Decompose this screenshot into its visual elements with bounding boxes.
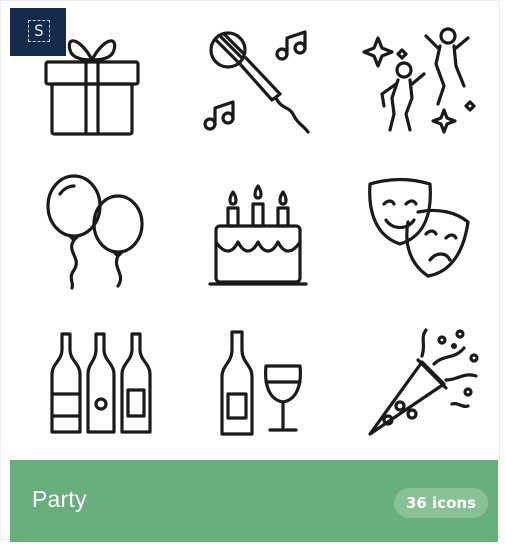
karaoke-microphone-icon (196, 14, 326, 144)
balloons-icon (36, 172, 166, 302)
pack-title: Party (32, 486, 87, 512)
theater-masks-icon (360, 172, 490, 302)
brand-badge: S (10, 8, 66, 56)
icon-count-badge: 36 icons (393, 488, 488, 518)
party-popper-icon (360, 320, 490, 450)
birthday-cake-icon (196, 172, 326, 302)
icon-pack-card[interactable]: S Party 36 icons (0, 0, 506, 544)
icon-grid (0, 0, 506, 456)
dancing-people-icon (360, 14, 490, 144)
wine-bottles-icon (36, 320, 166, 450)
brand-badge-letter: S (28, 20, 50, 42)
card-footer: Party 36 icons (10, 460, 498, 542)
champagne-glass-icon (196, 320, 326, 450)
